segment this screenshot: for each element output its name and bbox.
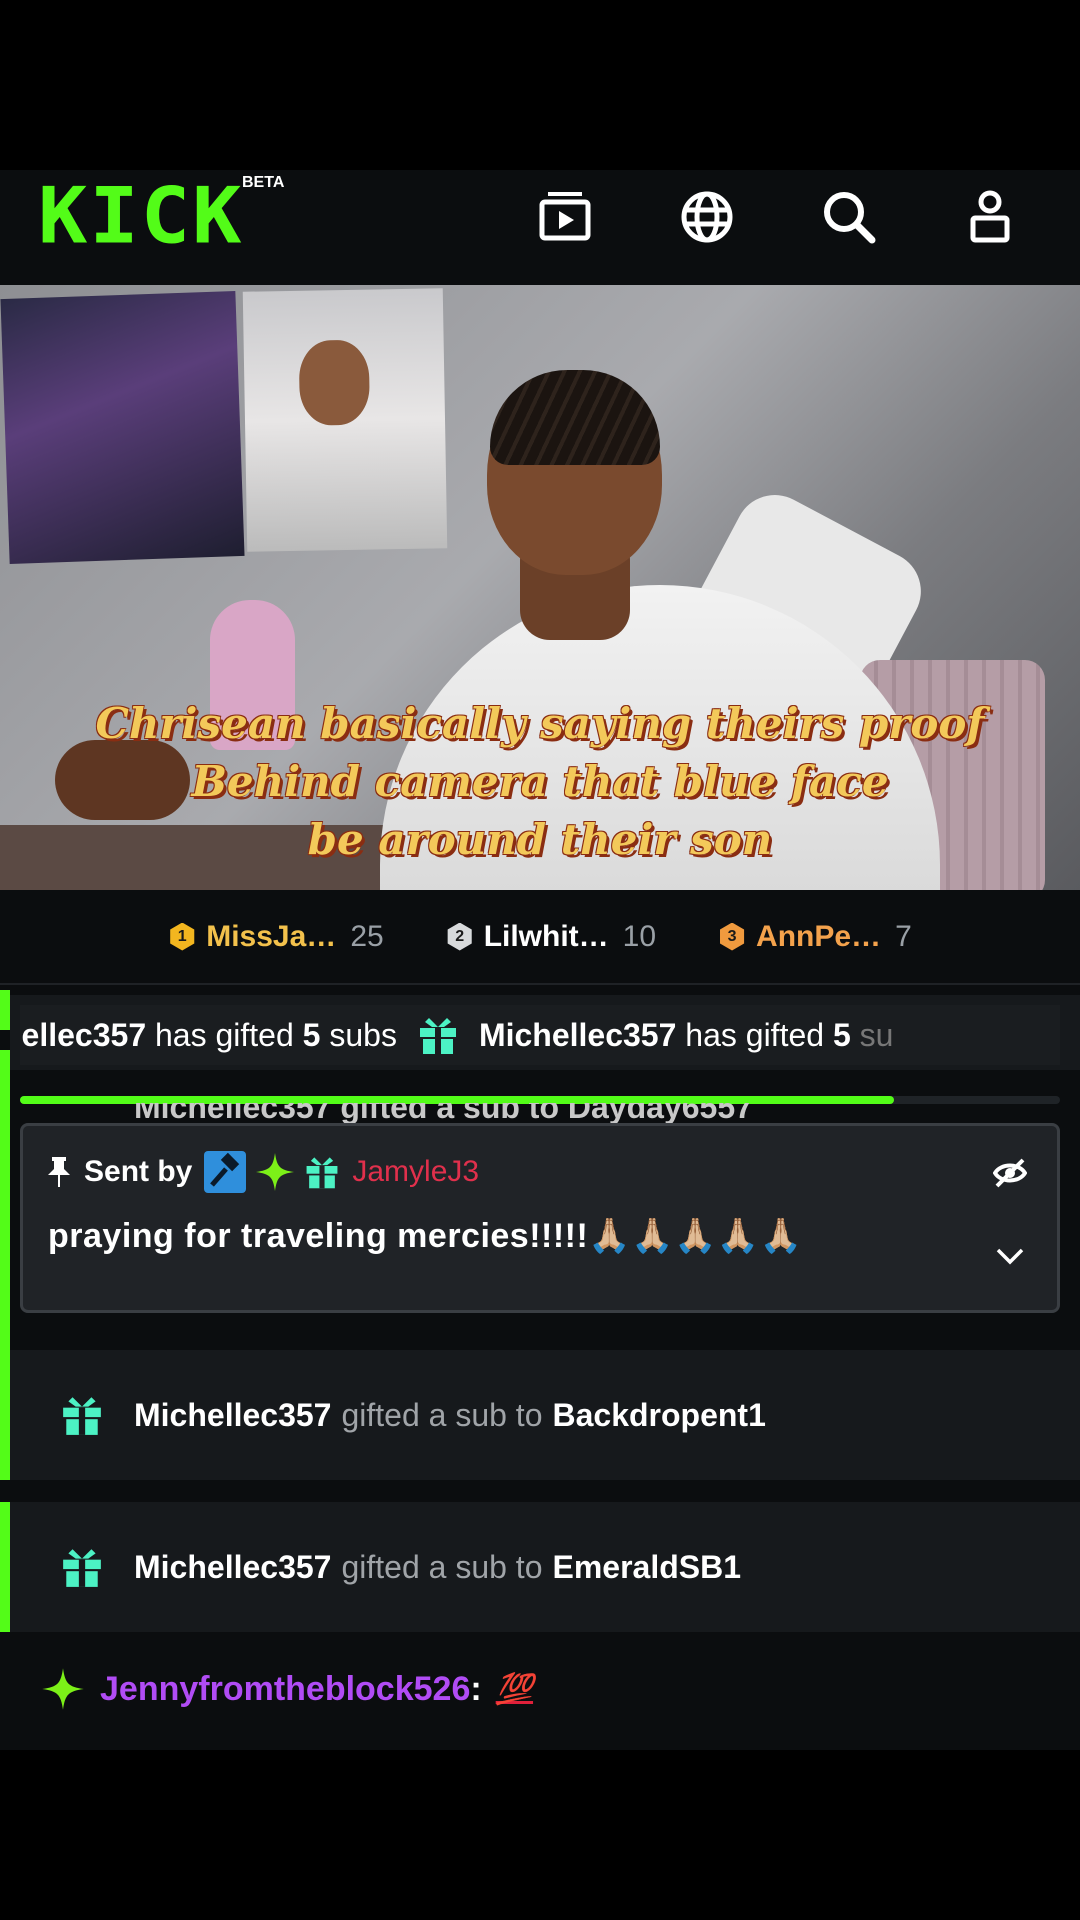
- chat-accent-bar: [0, 990, 10, 1030]
- hide-eye-icon[interactable]: [992, 1156, 1028, 1195]
- sparkle-badge-icon: [254, 1151, 296, 1193]
- gift-text: gifted a sub to: [341, 1548, 543, 1585]
- chat-separator: :: [470, 1669, 482, 1708]
- ticker-count: 5: [302, 1017, 321, 1053]
- chat-accent-bar: [0, 1350, 10, 1480]
- browse-icon[interactable]: [530, 182, 600, 252]
- moderator-badge-icon: [204, 1151, 247, 1193]
- gifter-username[interactable]: Michellec357: [134, 1397, 331, 1434]
- gift-row[interactable]: Michellec357 gifted a sub to Backdropent…: [10, 1350, 1080, 1480]
- gift-recipient[interactable]: Backdropent1: [552, 1397, 765, 1434]
- pinned-message-text: praying for traveling mercies!!!!!🙏🏼🙏🏼🙏🏼…: [48, 1217, 803, 1255]
- kick-logo[interactable]: KICK: [38, 178, 243, 256]
- ticker-count: 5: [832, 1017, 851, 1053]
- chat-panel: 1 MissJa… 25 2 Lilwhit… 10 3 AnnPe… 7 he…: [0, 890, 1080, 1750]
- video-player[interactable]: Chrisean basically saying theirs proof B…: [0, 285, 1080, 890]
- chat-message-text: 💯: [495, 1672, 534, 1706]
- chat-message: Jennyfromtheblock526 : 💯: [40, 1666, 533, 1712]
- leaderboard-entry[interactable]: 3 AnnPe… 7: [718, 920, 912, 954]
- chevron-down-icon[interactable]: [995, 1246, 1025, 1271]
- ticker-text: has gifted: [146, 1017, 303, 1053]
- gift-icon: [60, 1545, 104, 1589]
- globe-icon[interactable]: [672, 182, 742, 252]
- user-icon[interactable]: [955, 182, 1025, 252]
- ticker-text: subs: [320, 1017, 397, 1053]
- video-caption: Chrisean basically saying theirs proof B…: [95, 699, 985, 864]
- top-bar-black: [0, 0, 1080, 170]
- leaderboard-entry[interactable]: 1 MissJa… 25: [168, 920, 384, 954]
- rank-badge-icon: 2: [447, 922, 472, 951]
- ticker-user: Michellec357: [478, 1017, 677, 1053]
- streamer-figure: [490, 370, 660, 465]
- ticker-text: has gifted: [676, 1017, 833, 1053]
- gift-leaderboard: 1 MissJa… 25 2 Lilwhit… 10 3 AnnPe… 7: [0, 890, 1080, 985]
- search-icon[interactable]: [814, 182, 884, 252]
- ticker-user: hellec357: [20, 1017, 147, 1053]
- bottom-bar-black: [0, 1750, 1080, 1920]
- chat-username[interactable]: Jennyfromtheblock526: [100, 1670, 470, 1709]
- wall-poster: [242, 288, 448, 552]
- rank-badge-icon: 3: [720, 922, 745, 951]
- sent-by-label: Sent by: [84, 1155, 193, 1188]
- gift-text: gifted a sub to: [341, 1396, 543, 1433]
- ticker-fade: [980, 1005, 1060, 1065]
- gift-badge-icon: [304, 1154, 340, 1190]
- pinned-message[interactable]: Sent by JamyleJ3 praying for traveling m…: [20, 1123, 1060, 1313]
- gift-recipient[interactable]: EmeraldSB1: [552, 1549, 741, 1586]
- gift-ticker[interactable]: hellec357 has gifted 5 subs Michellec357…: [20, 1005, 1060, 1065]
- leaderboard-entry[interactable]: 2 Lilwhit… 10: [446, 920, 656, 954]
- sparkle-badge-icon: [40, 1666, 86, 1712]
- gift-row[interactable]: Michellec357 gifted a sub to EmeraldSB1: [10, 1502, 1080, 1632]
- beta-badge: BETA: [242, 174, 285, 191]
- pinned-header: Sent by JamyleJ3: [48, 1151, 479, 1193]
- navbar: KICK BETA: [0, 170, 1080, 285]
- chat-accent-bar: [0, 1502, 10, 1632]
- gift-icon: [60, 1393, 104, 1437]
- rank-badge-icon: 1: [170, 922, 195, 951]
- gift-icon: [417, 1014, 459, 1056]
- pin-icon: [48, 1157, 70, 1187]
- gifter-username[interactable]: Michellec357: [134, 1549, 331, 1586]
- ticker-text: su: [850, 1017, 894, 1053]
- pinned-username[interactable]: JamyleJ3: [352, 1155, 479, 1189]
- wall-poster: [0, 290, 245, 565]
